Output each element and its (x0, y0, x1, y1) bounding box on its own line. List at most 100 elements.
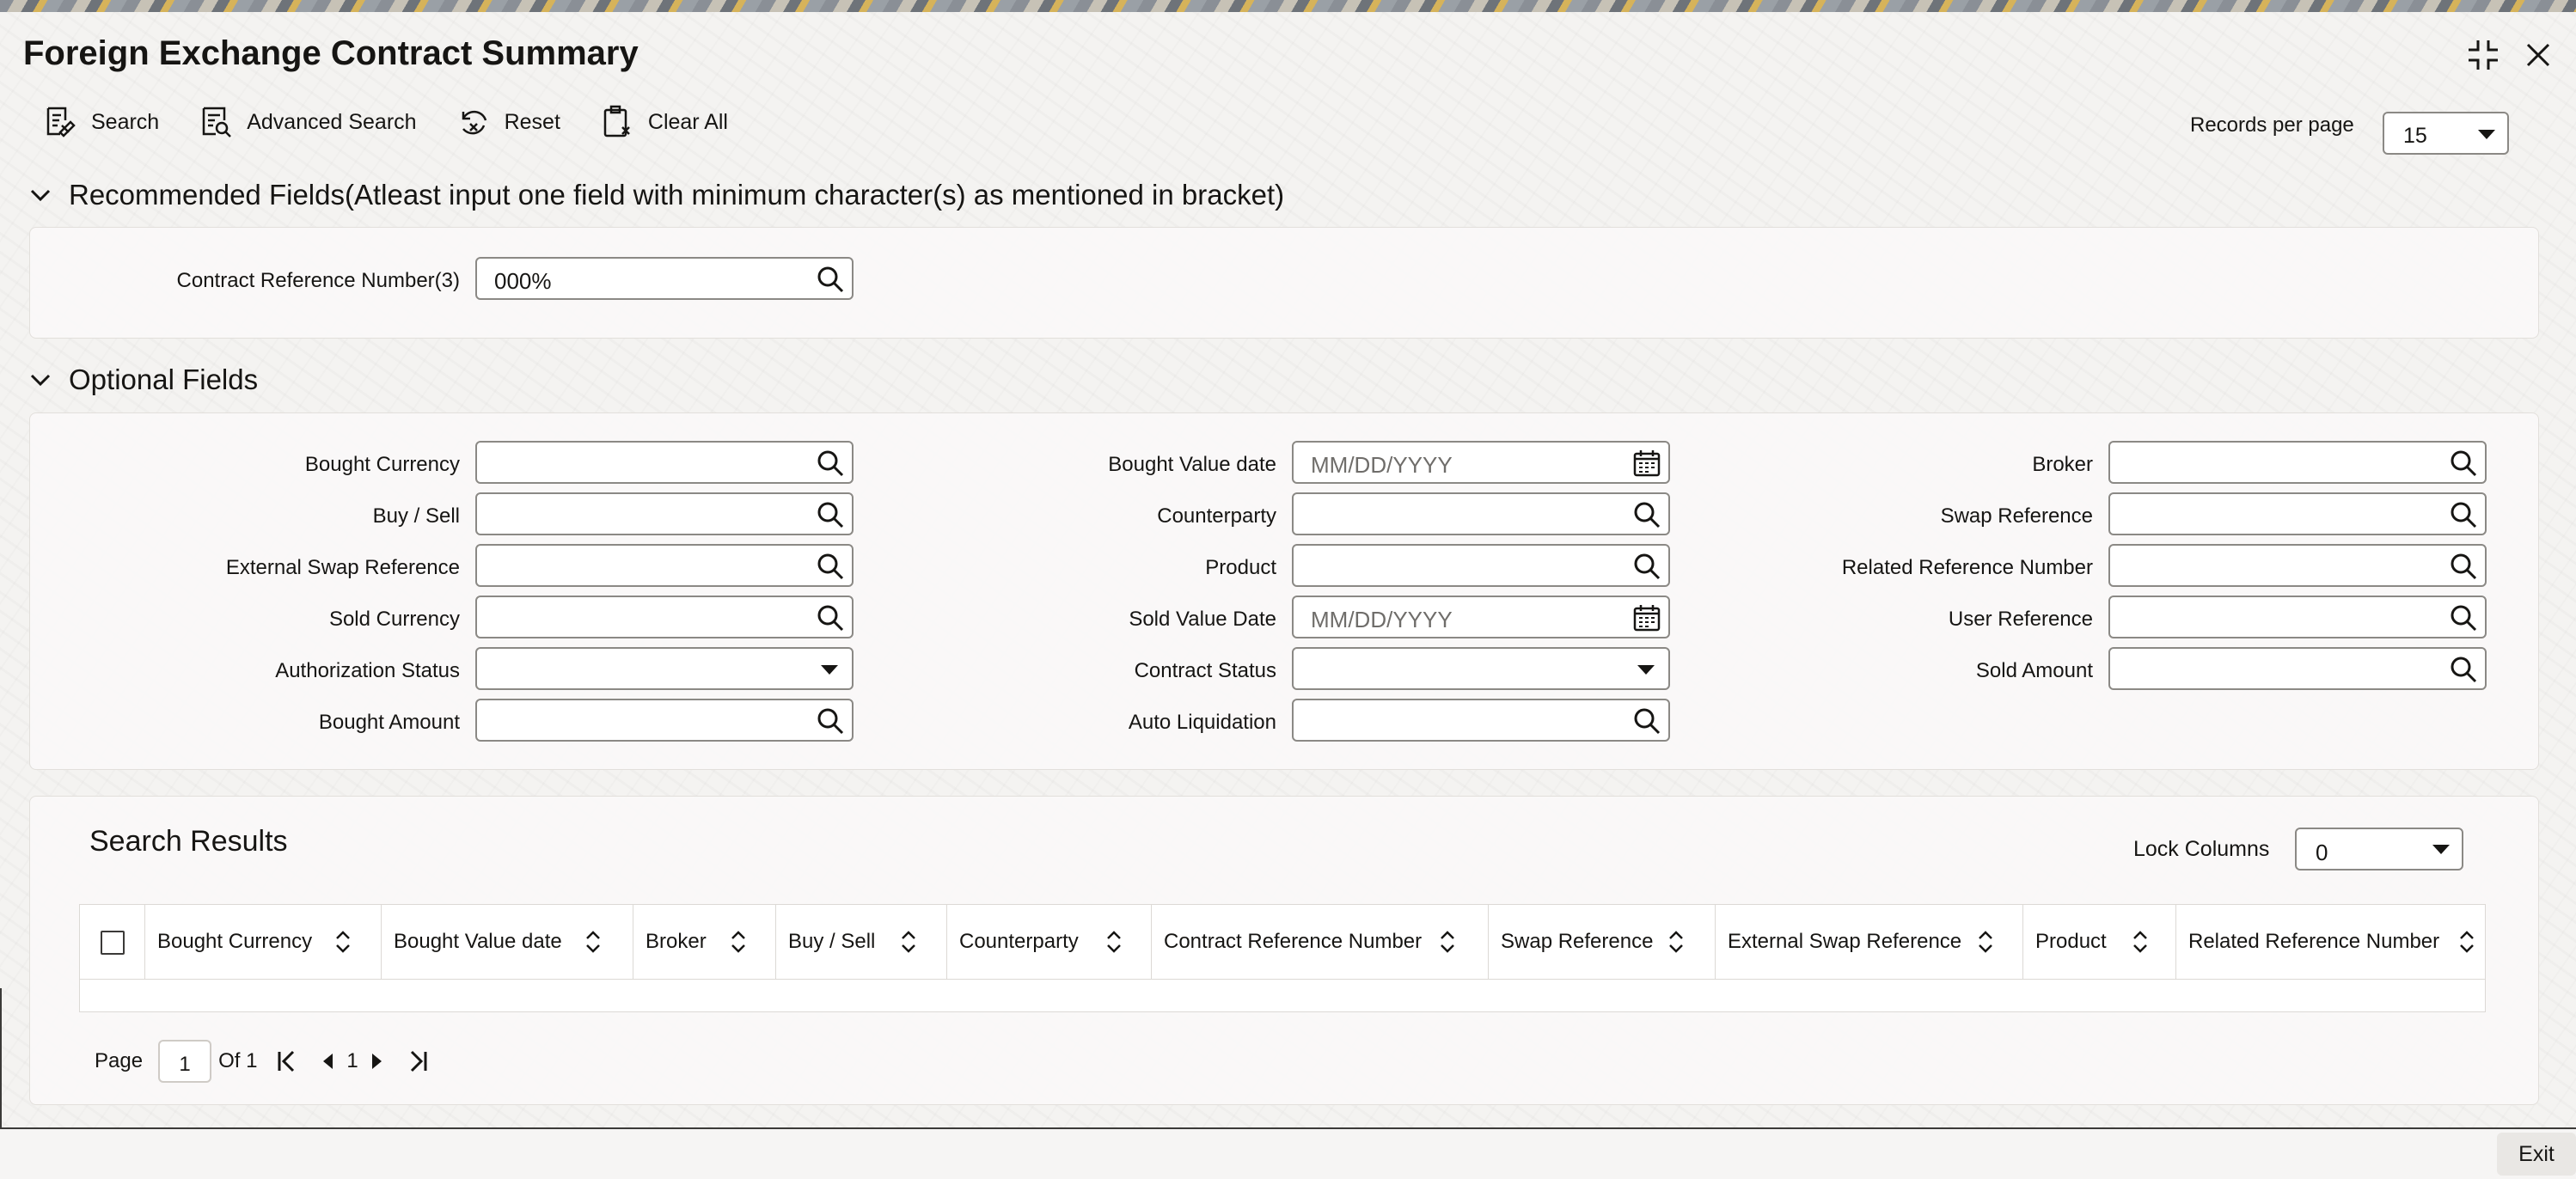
bought-amount-label: Bought Amount (318, 711, 460, 734)
bought-amount-input[interactable] (475, 699, 854, 742)
divider (0, 988, 2, 1127)
column-header-label: Related Reference Number (2188, 930, 2440, 953)
broker-input[interactable] (2108, 441, 2487, 484)
search-label: Search (91, 109, 160, 134)
authorization-status-label: Authorization Status (275, 659, 460, 682)
bought-currency-input[interactable] (475, 441, 854, 484)
advanced-search-label: Advanced Search (247, 109, 417, 134)
sold-value-date-input[interactable]: MM/DD/YYYY (1292, 596, 1670, 638)
column-header-label: Bought Value date (394, 930, 562, 953)
search-icon[interactable] (2449, 500, 2478, 529)
authorization-status-select[interactable] (475, 647, 854, 690)
column-header[interactable]: Contract Reference Number (1152, 905, 1489, 979)
column-header[interactable]: Bought Currency (145, 905, 382, 979)
previous-page-icon[interactable] (314, 1047, 343, 1076)
reset-button[interactable]: Reset (456, 105, 560, 139)
first-page-icon[interactable] (272, 1047, 302, 1076)
sort-icon[interactable] (1975, 929, 1996, 955)
product-input[interactable] (1292, 544, 1670, 587)
related-reference-number-input[interactable] (2108, 544, 2487, 587)
column-header[interactable]: External Swap Reference (1716, 905, 2023, 979)
sort-icon[interactable] (1104, 929, 1124, 955)
lock-columns-select[interactable]: 0 (2295, 828, 2463, 871)
optional-fields-header[interactable]: Optional Fields (29, 363, 258, 396)
records-per-page-select[interactable]: 15 (2383, 112, 2509, 155)
lock-columns-label: Lock Columns (2133, 837, 2270, 861)
last-page-icon[interactable] (403, 1047, 432, 1076)
sort-icon[interactable] (2130, 929, 2151, 955)
external-swap-reference-input[interactable] (475, 544, 854, 587)
search-icon[interactable] (2449, 552, 2478, 581)
records-per-page-value: 15 (2403, 124, 2427, 148)
buy-sell-label: Buy / Sell (372, 504, 460, 528)
sort-icon[interactable] (583, 929, 603, 955)
column-header-label: Product (2035, 930, 2107, 953)
advanced-search-button[interactable]: Advanced Search (199, 105, 417, 139)
search-icon[interactable] (2449, 655, 2478, 684)
recommended-fields-header[interactable]: Recommended Fields(Atleast input one fie… (29, 179, 1284, 211)
contract-status-label: Contract Status (1134, 659, 1276, 682)
page-input[interactable]: 1 (158, 1040, 212, 1083)
page-of-label: Of 1 (218, 1049, 258, 1072)
sort-icon[interactable] (1666, 929, 1686, 955)
column-header[interactable]: Related Reference Number (2176, 905, 2487, 979)
clear-all-label: Clear All (647, 109, 728, 134)
bought-currency-label: Bought Currency (304, 453, 460, 476)
contract-ref-input[interactable]: 000% (475, 257, 854, 300)
top-banner-strip (0, 0, 2576, 12)
sort-icon[interactable] (333, 929, 353, 955)
search-icon[interactable] (816, 603, 845, 632)
user-reference-input[interactable] (2108, 596, 2487, 638)
counterparty-input[interactable] (1292, 492, 1670, 535)
search-icon[interactable] (1632, 706, 1661, 736)
footer-bar (0, 1129, 2576, 1179)
contract-status-select[interactable] (1292, 647, 1670, 690)
column-header-label: Broker (646, 930, 707, 953)
search-icon[interactable] (1632, 552, 1661, 581)
calendar-icon[interactable] (1632, 603, 1661, 632)
sold-currency-input[interactable] (475, 596, 854, 638)
records-per-page-label: Records per page (2190, 113, 2354, 137)
page-label: Page (95, 1049, 144, 1072)
search-icon[interactable] (1632, 500, 1661, 529)
date-placeholder: MM/DD/YYYY (1311, 607, 1453, 632)
column-header[interactable]: Bought Value date (382, 905, 633, 979)
search-icon[interactable] (816, 500, 845, 529)
search-icon[interactable] (816, 552, 845, 581)
buy-sell-input[interactable] (475, 492, 854, 535)
auto-liquidation-input[interactable] (1292, 699, 1670, 742)
close-icon[interactable] (2521, 38, 2555, 72)
column-header-label: Counterparty (959, 930, 1079, 953)
sold-amount-input[interactable] (2108, 647, 2487, 690)
swap-reference-label: Swap Reference (1940, 504, 2093, 528)
search-icon[interactable] (816, 706, 845, 736)
sold-value-date-label: Sold Value Date (1129, 608, 1276, 631)
chevron-down-icon (2478, 130, 2495, 139)
search-icon[interactable] (816, 265, 845, 294)
swap-reference-input[interactable] (2108, 492, 2487, 535)
calendar-icon[interactable] (1632, 449, 1661, 478)
clipboard-clear-icon (603, 105, 630, 137)
next-page-icon[interactable] (362, 1047, 391, 1076)
column-header[interactable]: Broker (633, 905, 776, 979)
search-button[interactable]: Search (43, 105, 159, 139)
sort-icon[interactable] (1437, 929, 1458, 955)
column-header[interactable]: Swap Reference (1489, 905, 1716, 979)
search-icon[interactable] (2449, 449, 2478, 478)
column-header-label: Bought Currency (157, 930, 313, 953)
column-header[interactable]: Buy / Sell (776, 905, 947, 979)
bought-value-date-input[interactable]: MM/DD/YYYY (1292, 441, 1670, 484)
sort-icon[interactable] (898, 929, 919, 955)
user-reference-label: User Reference (1948, 608, 2093, 631)
column-header[interactable]: Counterparty (947, 905, 1152, 979)
search-icon[interactable] (2449, 603, 2478, 632)
clear-all-button[interactable]: Clear All (600, 105, 728, 139)
search-icon[interactable] (816, 449, 845, 478)
select-all-checkbox[interactable] (101, 931, 125, 955)
exit-button[interactable]: Exit (2497, 1133, 2576, 1176)
maximize-icon[interactable] (2466, 38, 2500, 72)
sort-icon[interactable] (728, 929, 749, 955)
page-title: Foreign Exchange Contract Summary (23, 34, 639, 72)
sort-icon[interactable] (2457, 929, 2477, 955)
column-header[interactable]: Product (2023, 905, 2176, 979)
